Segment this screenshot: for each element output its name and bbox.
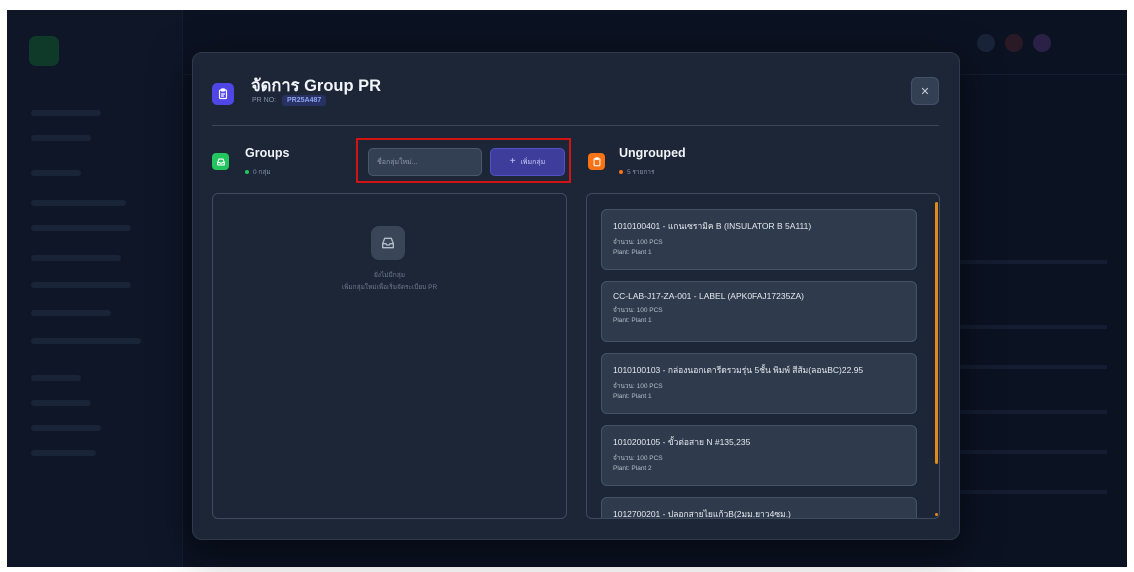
ungrouped-title: Ungrouped: [619, 146, 686, 160]
background-dot: [1033, 34, 1051, 52]
inbox-icon: [371, 226, 405, 260]
background-line: [31, 338, 141, 344]
background-line: [31, 200, 126, 206]
background-logo: [29, 36, 59, 66]
list-item[interactable]: 1010200105 - ขั้วต่อสาย N #135,235 จำนวน…: [601, 425, 917, 486]
background-line: [31, 135, 91, 141]
add-group-label: เพิ่มกลุ่ม: [520, 158, 546, 166]
background-line: [31, 110, 101, 116]
empty-state-subtitle: เพิ่มกลุ่มใหม่เพื่อเริ่มจัดระเบียบ PR: [341, 284, 438, 291]
background-row: [957, 410, 1107, 414]
list-item[interactable]: 1010100401 - แกนเซรามิค B (INSULATOR B 5…: [601, 209, 917, 270]
status-dot: [619, 170, 623, 175]
background-line: [31, 310, 111, 316]
list-item[interactable]: CC-LAB-J17-ZA-001 - LABEL (APK0FAJ17235Z…: [601, 281, 917, 342]
background-sidebar: [7, 10, 183, 567]
list-item[interactable]: 1012700201 - ปลอกสายไยแก้วB(2มม.ยาว4ซม.): [601, 497, 917, 519]
ungrouped-count-text: 5 รายการ: [627, 169, 655, 176]
close-icon: ✕: [920, 85, 930, 98]
group-name-input[interactable]: [368, 148, 482, 176]
background-line: [31, 425, 101, 431]
background-row: [957, 260, 1107, 264]
background-row: [957, 365, 1107, 369]
pr-no-badge: PR25A487: [282, 95, 327, 106]
ungrouped-count: 5 รายการ: [619, 167, 654, 177]
background-line: [31, 282, 131, 288]
background-dot: [1005, 34, 1023, 52]
clipboard-icon: [588, 153, 605, 170]
background-line: [31, 400, 91, 406]
empty-state-title: ยังไม่มีกลุ่ม: [373, 272, 406, 279]
background-row: [957, 325, 1107, 329]
item-title: 1010100103 - กล่องนอกเตารีดรวมรุ่น 5ชั้น…: [613, 365, 864, 375]
header-divider: [212, 125, 939, 126]
item-plant: Plant: Plant 1: [613, 393, 652, 400]
group-pr-modal: จัดการ Group PR PR NO: PR25A487 ✕ Groups…: [192, 52, 960, 540]
groups-title: Groups: [245, 146, 290, 160]
background-line: [31, 450, 96, 456]
background-row: [957, 450, 1107, 454]
item-title: 1010100401 - แกนเซรามิค B (INSULATOR B 5…: [613, 221, 812, 231]
add-group-button[interactable]: + เพิ่มกลุ่ม: [490, 148, 565, 176]
item-title: CC-LAB-J17-ZA-001 - LABEL (APK0FAJ17235Z…: [613, 291, 805, 301]
background-dot: [977, 34, 995, 52]
list-item[interactable]: 1010100103 - กล่องนอกเตารีดรวมรุ่น 5ชั้น…: [601, 353, 917, 414]
plus-icon: +: [509, 156, 516, 167]
item-quantity: จำนวน: 100 PCS: [613, 383, 663, 390]
groups-count-text: 0 กลุ่ม: [253, 169, 271, 176]
item-plant: Plant: Plant 1: [613, 317, 652, 324]
pr-no-label: PR NO:: [252, 97, 277, 104]
item-plant: Plant: Plant 2: [613, 465, 652, 472]
background-line: [31, 225, 131, 231]
scrollbar-thumb[interactable]: [935, 202, 938, 464]
scrollbar-end: [935, 513, 938, 516]
item-plant: Plant: Plant 1: [613, 249, 652, 256]
background-line: [31, 255, 121, 261]
background-row: [957, 490, 1107, 494]
item-title: 1012700201 - ปลอกสายไยแก้วB(2มม.ยาว4ซม.): [613, 509, 791, 519]
background-line: [31, 375, 81, 381]
item-quantity: จำนวน: 100 PCS: [613, 239, 663, 246]
item-title: 1010200105 - ขั้วต่อสาย N #135,235: [613, 437, 751, 447]
inbox-icon: [212, 153, 229, 170]
item-quantity: จำนวน: 100 PCS: [613, 307, 663, 314]
ungrouped-list[interactable]: 1010100401 - แกนเซรามิค B (INSULATOR B 5…: [586, 193, 940, 519]
clipboard-icon: [212, 83, 234, 105]
status-dot: [245, 170, 249, 175]
background-line: [31, 170, 81, 176]
groups-drop-zone[interactable]: ยังไม่มีกลุ่ม เพิ่มกลุ่มใหม่เพื่อเริ่มจั…: [212, 193, 567, 519]
close-button[interactable]: ✕: [911, 77, 939, 105]
groups-count: 0 กลุ่ม: [245, 167, 271, 177]
item-quantity: จำนวน: 100 PCS: [613, 455, 663, 462]
